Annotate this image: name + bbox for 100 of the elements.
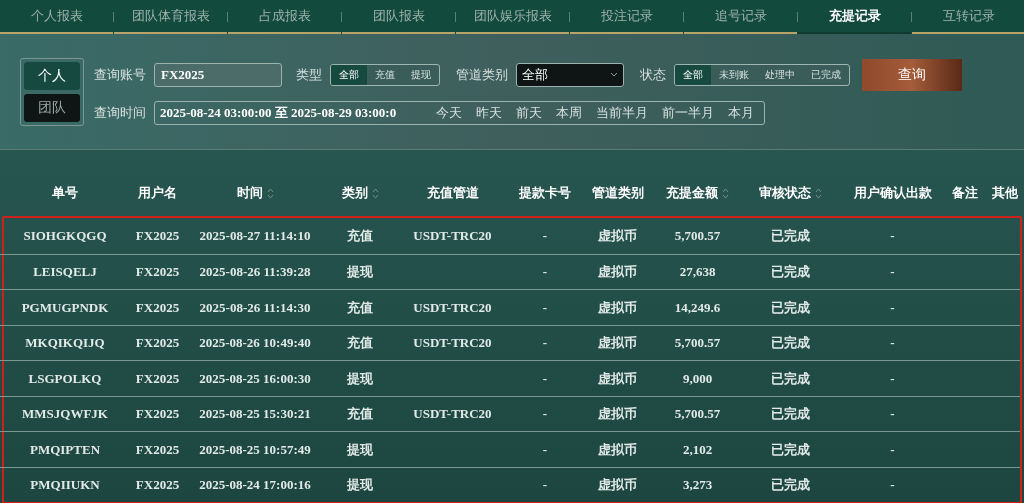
sort-icon[interactable] bbox=[266, 186, 274, 200]
column-header[interactable]: 时间 bbox=[236, 183, 274, 203]
table-cell-text: USDT-TRC20 bbox=[413, 405, 492, 423]
table-cell-text: 2025-08-25 10:57:49 bbox=[199, 440, 311, 459]
quick-range-button[interactable]: 昨天 bbox=[470, 102, 508, 123]
table-cell-text: PMQIIUKN bbox=[30, 476, 100, 494]
table-cell-text: - bbox=[542, 298, 548, 317]
table-cell-text: 5,700.57 bbox=[674, 405, 721, 423]
quick-range-button[interactable]: 前天 bbox=[510, 102, 548, 123]
column-header[interactable]: 类别 bbox=[341, 183, 379, 203]
table-cell-text: 提现 bbox=[347, 369, 373, 388]
table-cell-text: - bbox=[890, 476, 895, 494]
table-cell-text: FX2025 bbox=[135, 476, 180, 494]
table-cell-text: LEISQELJ bbox=[33, 263, 97, 281]
segment-option[interactable]: 处理中 bbox=[757, 64, 803, 85]
table-cell-text: 2025-08-27 11:14:10 bbox=[199, 227, 311, 245]
column-header: 充值管道 bbox=[426, 184, 479, 203]
quick-range-button[interactable]: 今天 bbox=[430, 102, 468, 123]
table-cell-text: - bbox=[542, 405, 548, 423]
table-cell-text: FX2025 bbox=[135, 263, 180, 281]
segment-option[interactable]: 未到账 bbox=[711, 64, 757, 85]
time-range-field[interactable]: 2025-08-24 03:00:00 至 2025-08-29 03:00:0 今天 昨天 前天 本周 当前半月 前一半月 本月 bbox=[154, 100, 765, 125]
table-cell-text: - bbox=[542, 440, 548, 459]
column-header[interactable]: 审核状态 bbox=[758, 183, 822, 203]
column-header: 管道类别 bbox=[591, 184, 644, 203]
table-cell-text: 虚拟币 bbox=[598, 476, 637, 494]
table-cell-text: 2025-08-26 11:39:28 bbox=[199, 263, 311, 281]
sort-icon[interactable] bbox=[814, 186, 822, 200]
table-cell-text: 虚拟币 bbox=[598, 263, 637, 281]
table-cell-text: 充值 bbox=[347, 227, 373, 245]
table-cell-text: 9,000 bbox=[682, 369, 713, 388]
segment-option[interactable]: 提现 bbox=[403, 64, 439, 85]
query-button[interactable]: 查询 bbox=[862, 58, 962, 91]
table-cell-text: FX2025 bbox=[135, 405, 180, 423]
table-cell-text: 虚拟币 bbox=[598, 298, 637, 317]
table-cell-text: - bbox=[542, 476, 548, 494]
table-cell-text: - bbox=[890, 227, 895, 245]
table-cell-text: 已完成 bbox=[770, 298, 810, 317]
channel-label: 管道类别 bbox=[456, 65, 508, 84]
table-cell-text: USDT-TRC20 bbox=[413, 334, 492, 352]
table-cell-text: 提现 bbox=[347, 263, 373, 281]
table-cell-text: LSGPOLKQ bbox=[28, 369, 102, 388]
quick-range-button[interactable]: 前一半月 bbox=[656, 102, 720, 123]
table-cell-text: MMSJQWFJK bbox=[22, 405, 108, 423]
table-cell-text: 2025-08-25 16:00:30 bbox=[199, 369, 311, 388]
table-cell-text: FX2025 bbox=[135, 334, 180, 352]
column-header: 提款卡号 bbox=[519, 184, 571, 203]
segment-option[interactable]: 已完成 bbox=[803, 64, 849, 85]
table-cell-text: PMQIPTEN bbox=[29, 440, 101, 459]
table-cell-text: 虚拟币 bbox=[598, 334, 637, 352]
table-cell-text: 提现 bbox=[347, 440, 373, 459]
table-cell-text: - bbox=[890, 369, 895, 388]
table-cell-text: 2025-08-24 17:00:16 bbox=[199, 476, 311, 494]
time-label: 查询时间 bbox=[94, 103, 146, 122]
table-cell-text: 已完成 bbox=[770, 405, 810, 423]
table-cell-text: 充值 bbox=[347, 405, 373, 423]
table-cell-text: - bbox=[542, 263, 548, 281]
status-label: 状态 bbox=[640, 65, 666, 84]
table-cell-text: 充值 bbox=[347, 334, 373, 352]
table-cell-text: 虚拟币 bbox=[598, 405, 637, 423]
table-cell-text: FX2025 bbox=[135, 440, 180, 459]
table-cell-text: FX2025 bbox=[135, 298, 180, 317]
segment-option[interactable]: 全部 bbox=[675, 64, 711, 85]
table-cell-text: USDT-TRC20 bbox=[413, 227, 492, 245]
table-cell-text: - bbox=[890, 334, 895, 352]
type-label: 类型 bbox=[296, 65, 322, 84]
table-cell-text: 虚拟币 bbox=[598, 440, 637, 459]
sort-icon[interactable] bbox=[371, 186, 379, 200]
column-header: 单号 bbox=[52, 184, 78, 203]
chevron-down-icon bbox=[610, 72, 618, 77]
channel-select[interactable]: 全部 bbox=[516, 62, 624, 87]
quick-range-button[interactable]: 本周 bbox=[550, 102, 588, 123]
table-cell-text: 27,638 bbox=[679, 263, 716, 281]
column-header: 用户名 bbox=[138, 184, 177, 203]
table-cell-text: PGMUGPNDK bbox=[21, 298, 109, 317]
table-cell-text: SIOHGKQGQ bbox=[23, 227, 107, 245]
quick-range-button[interactable]: 本月 bbox=[722, 102, 760, 123]
sort-icon[interactable] bbox=[722, 186, 729, 200]
account-field[interactable]: FX2025 bbox=[154, 62, 282, 87]
table-cell-text: 2,102 bbox=[682, 440, 713, 459]
table-cell-text: - bbox=[890, 263, 895, 281]
table-cell-text: 5,700.57 bbox=[674, 334, 721, 352]
segment-option[interactable]: 充值 bbox=[367, 64, 403, 85]
table-cell-text: FX2025 bbox=[135, 369, 180, 388]
column-header: 其他 bbox=[991, 184, 1018, 203]
table-cell-text: 已完成 bbox=[770, 227, 810, 245]
scope-option[interactable]: 个人 bbox=[24, 61, 80, 90]
table-cell-text: - bbox=[890, 440, 895, 459]
table-cell-text: 2025-08-25 15:30:21 bbox=[199, 405, 311, 423]
table-cell-text: 已完成 bbox=[770, 369, 810, 388]
table-cell-text: - bbox=[542, 334, 548, 352]
column-header[interactable]: 充提金额 bbox=[666, 183, 729, 203]
table-cell-text: - bbox=[542, 227, 548, 245]
table-cell-text: - bbox=[542, 369, 548, 388]
segment-option[interactable]: 全部 bbox=[331, 64, 367, 85]
table-cell-text: FX2025 bbox=[135, 227, 180, 245]
scope-option[interactable]: 团队 bbox=[24, 93, 80, 122]
table-cell-text: MKQIKQIJQ bbox=[25, 334, 105, 352]
quick-range-button[interactable]: 当前半月 bbox=[590, 102, 654, 123]
table-cell-text: 已完成 bbox=[770, 476, 810, 494]
